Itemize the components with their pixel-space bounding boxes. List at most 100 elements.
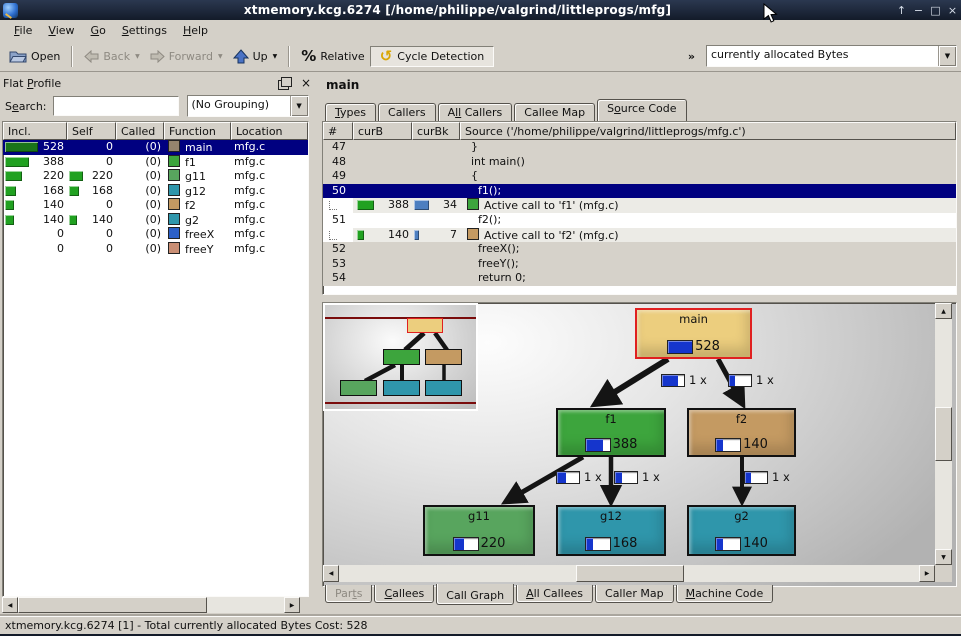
scrollbar-corner xyxy=(935,565,952,582)
graph-overview-minimap[interactable] xyxy=(323,303,478,411)
source-header: # curB curBk Source ('/home/philippe/val… xyxy=(323,122,956,140)
scrollbar-thumb[interactable] xyxy=(576,565,684,582)
source-call-row-f2[interactable]: 140 7 Active call to 'f2' (mfg.c) xyxy=(323,228,956,243)
forward-dropdown-icon[interactable]: ▼ xyxy=(218,53,223,60)
dock-float-icon[interactable] xyxy=(281,77,292,87)
table-row-f2[interactable]: 140 0 (0) f2 mfg.c xyxy=(3,198,308,213)
source-line[interactable]: 47} xyxy=(323,140,956,155)
tab-source-code[interactable]: Source Code xyxy=(597,99,686,121)
column-header-source[interactable]: Source ('/home/philippe/valgrind/littlep… xyxy=(460,122,956,140)
table-row-g11[interactable]: 220 220 (0) g11 mfg.c xyxy=(3,169,308,184)
combo-dropdown-icon[interactable]: ▼ xyxy=(938,46,956,66)
tab-types[interactable]: Types xyxy=(325,103,376,121)
column-header-curbk[interactable]: curBk xyxy=(412,122,460,140)
graph-node-g2[interactable]: g2 140 xyxy=(687,505,796,556)
dock-close-icon[interactable]: × xyxy=(301,78,311,88)
scroll-left-icon[interactable]: ◀ xyxy=(2,597,18,613)
column-header-curb[interactable]: curB xyxy=(353,122,412,140)
selected-function-title: main xyxy=(326,78,359,92)
scroll-left-icon[interactable]: ◀ xyxy=(323,565,339,582)
graph-node-g11[interactable]: g11 220 xyxy=(423,505,535,556)
graph-node-g12[interactable]: g12 168 xyxy=(556,505,666,556)
source-line-selected[interactable]: 50 f1(); xyxy=(323,184,956,199)
column-header-called[interactable]: Called xyxy=(116,122,164,140)
tab-caller-map[interactable]: Caller Map xyxy=(595,585,674,603)
cost-bar xyxy=(715,438,741,452)
tab-callers[interactable]: Callers xyxy=(378,103,436,121)
column-header-location[interactable]: Location xyxy=(231,122,308,140)
scroll-right-icon[interactable]: ▶ xyxy=(284,597,300,613)
combo-dropdown-icon[interactable]: ▼ xyxy=(290,96,308,116)
title-bar[interactable]: xtmemory.kcg.6274 [/home/philippe/valgri… xyxy=(0,0,961,20)
cycle-detection-toggle-button[interactable]: ↺ Cycle Detection xyxy=(370,46,495,67)
function-color-swatch xyxy=(168,227,180,239)
source-line[interactable]: 51 f2(); xyxy=(323,213,956,228)
source-line[interactable]: 49{ xyxy=(323,169,956,184)
menu-help[interactable]: Help xyxy=(175,22,216,39)
table-row-freeY[interactable]: 0 0 (0) freeY mfg.c xyxy=(3,242,308,257)
source-call-row-f1[interactable]: 388 34 Active call to 'f1' (mfg.c) xyxy=(323,198,956,213)
shade-button[interactable]: ↑ xyxy=(893,4,910,17)
call-graph-view[interactable]: main 528 f1 388 f2 140 g11 220 g12 168 g… xyxy=(322,302,957,587)
toolbar-overflow-chevron[interactable]: » xyxy=(683,50,700,63)
graph-hscrollbar[interactable]: ◀ ▶ xyxy=(323,565,935,582)
tab-callee-map[interactable]: Callee Map xyxy=(514,103,595,121)
source-line[interactable]: 53 freeY(); xyxy=(323,257,956,272)
search-input[interactable] xyxy=(53,96,179,116)
column-header-line[interactable]: # xyxy=(323,122,353,140)
source-line[interactable]: 54 return 0; xyxy=(323,271,956,286)
open-button[interactable]: Open xyxy=(4,47,65,66)
back-dropdown-icon[interactable]: ▼ xyxy=(135,53,140,60)
table-row-g2[interactable]: 140 140 (0) g2 mfg.c xyxy=(3,213,308,228)
menu-settings[interactable]: Settings xyxy=(114,22,175,39)
toolbar: Open Back ▼ Forward ▼ Up ▼ % Relative ↺ … xyxy=(0,41,961,72)
search-row: Search: (No Grouping) ▼ xyxy=(5,96,315,116)
tab-callees[interactable]: Callees xyxy=(374,585,434,603)
scroll-up-icon[interactable]: ▲ xyxy=(935,303,952,319)
maximize-button[interactable]: □ xyxy=(927,4,944,17)
event-type-combobox[interactable]: currently allocated Bytes ▼ xyxy=(706,45,957,67)
tab-machine-code[interactable]: Machine Code xyxy=(676,585,774,603)
source-line[interactable]: 48int main() xyxy=(323,155,956,170)
tab-all-callees[interactable]: All Callees xyxy=(516,585,593,603)
table-row-g12[interactable]: 168 168 (0) g12 mfg.c xyxy=(3,184,308,199)
grouping-value: (No Grouping) xyxy=(188,96,290,116)
table-row-freeX[interactable]: 0 0 (0) freeX mfg.c xyxy=(3,227,308,242)
edge-label-main-f1: 1 x xyxy=(661,373,707,387)
graph-node-f1[interactable]: f1 388 xyxy=(556,408,666,457)
forward-button[interactable]: Forward ▼ xyxy=(145,48,228,65)
up-button[interactable]: Up ▼ xyxy=(228,47,283,66)
scroll-down-icon[interactable]: ▼ xyxy=(935,549,952,565)
overview-node-f2 xyxy=(425,349,462,365)
cycle-arrow-icon: ↺ xyxy=(380,50,393,62)
table-row-main[interactable]: 528 0 (0) main mfg.c xyxy=(3,140,308,155)
column-header-function[interactable]: Function xyxy=(164,122,231,140)
graph-vscrollbar[interactable]: ▲ ▼ xyxy=(935,303,952,565)
flat-profile-dock-header[interactable]: Flat Profile × xyxy=(3,75,315,91)
source-line[interactable]: 52 freeX(); xyxy=(323,242,956,257)
menu-file[interactable]: File xyxy=(6,22,40,39)
column-header-incl[interactable]: Incl. xyxy=(3,122,67,140)
menu-go[interactable]: Go xyxy=(83,22,114,39)
back-arrow-icon xyxy=(84,50,99,63)
grouping-combobox[interactable]: (No Grouping) ▼ xyxy=(187,95,309,117)
table-row-f1[interactable]: 388 0 (0) f1 mfg.c xyxy=(3,155,308,170)
overview-node-g12 xyxy=(383,380,420,396)
up-dropdown-icon[interactable]: ▼ xyxy=(273,53,278,60)
toolbar-separator xyxy=(288,46,290,67)
graph-node-main[interactable]: main 528 xyxy=(635,308,752,359)
scroll-right-icon[interactable]: ▶ xyxy=(919,565,935,582)
scrollbar-thumb[interactable] xyxy=(935,407,952,461)
scrollbar-thumb[interactable] xyxy=(18,597,207,613)
menu-view[interactable]: View xyxy=(40,22,82,39)
column-header-self[interactable]: Self xyxy=(67,122,116,140)
flat-profile-hscrollbar[interactable]: ◀ ▶ xyxy=(2,597,300,613)
relative-toggle-button[interactable]: % Relative xyxy=(296,45,369,67)
tab-call-graph[interactable]: Call Graph xyxy=(436,584,514,605)
percent-icon: % xyxy=(301,47,316,65)
back-button[interactable]: Back ▼ xyxy=(79,48,144,65)
graph-node-f2[interactable]: f2 140 xyxy=(687,408,796,457)
tab-all-callers[interactable]: All Callers xyxy=(438,103,513,121)
minimize-button[interactable]: − xyxy=(910,4,927,17)
close-button[interactable]: × xyxy=(944,4,961,17)
